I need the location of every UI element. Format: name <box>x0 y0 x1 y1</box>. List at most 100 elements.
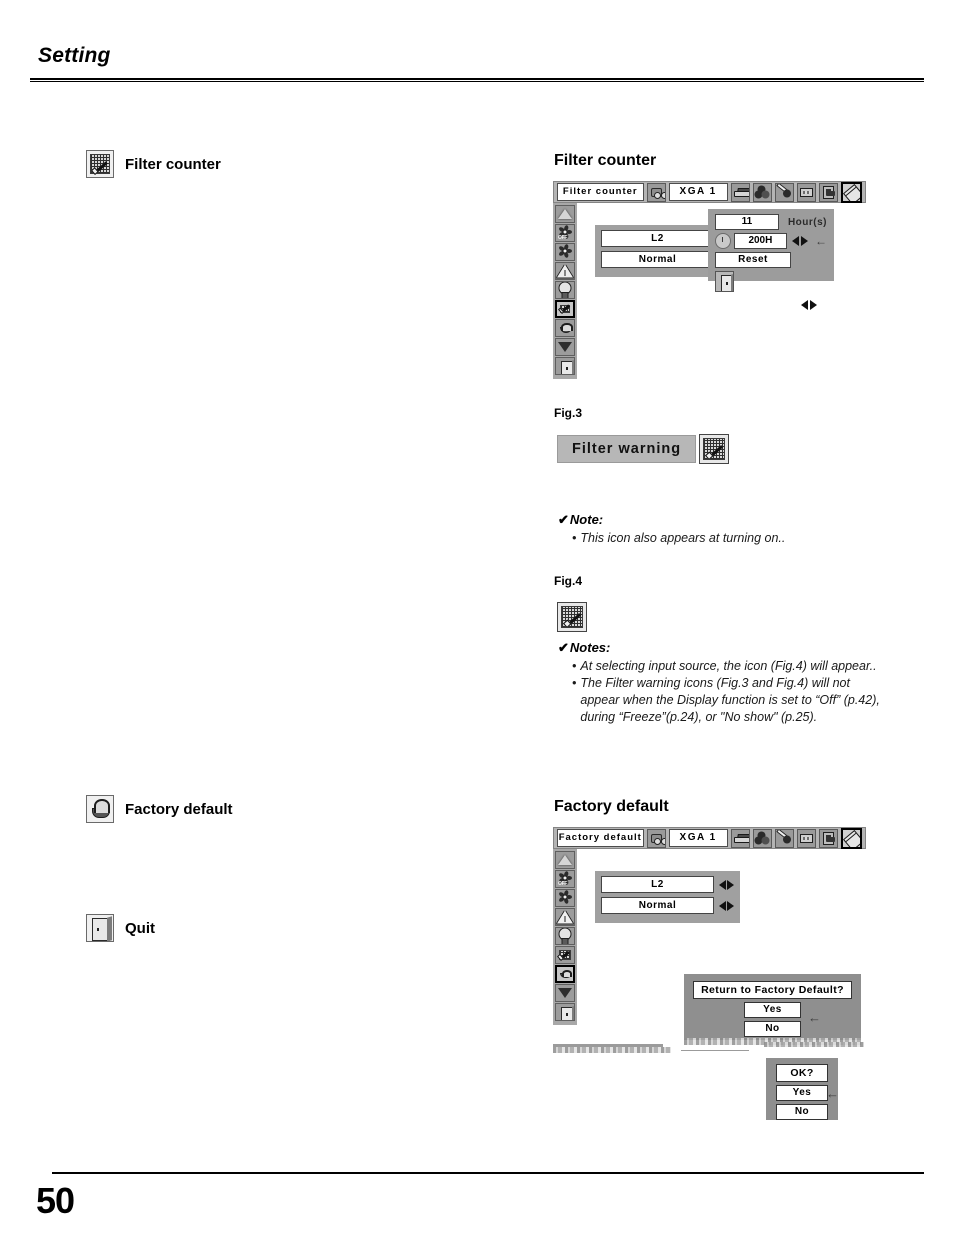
scroll-down-icon[interactable] <box>555 984 575 1002</box>
fan-control-icon[interactable] <box>555 889 575 907</box>
osd-field-row: Normal <box>601 897 734 914</box>
lamp-mode-field[interactable]: L2 <box>601 876 714 893</box>
filter-reset-row: Reset <box>715 252 827 268</box>
ok-no-button[interactable]: No <box>776 1104 828 1120</box>
color-adjust-icon[interactable] <box>752 828 772 848</box>
note-block-1: ✔Note: • This icon also appears at turni… <box>558 512 878 547</box>
fig3-label: Fig.3 <box>554 406 583 420</box>
page-header: Setting <box>38 44 916 68</box>
osd-field-row: L2 <box>601 876 734 893</box>
quit-icon[interactable] <box>555 357 575 375</box>
section-title-factory-default: Factory default <box>554 798 669 815</box>
note-heading-text: Note: <box>569 512 604 527</box>
return-arrow-icon: ← <box>815 234 827 248</box>
fan-control-icon[interactable] <box>555 243 575 261</box>
filter-timer-row: 200H ← <box>715 233 827 249</box>
lr-navigation-arrows <box>801 300 817 310</box>
lamp-mode-arrows[interactable] <box>719 879 734 890</box>
footer-divider <box>52 1172 924 1174</box>
filter-counter-icon[interactable] <box>555 300 575 318</box>
warning-log-icon[interactable] <box>555 908 575 926</box>
osd-menu-bar: Factory default XGA 1 <box>553 827 866 849</box>
quit-icon[interactable] <box>715 271 734 292</box>
image-adjust-icon[interactable] <box>774 828 794 848</box>
setting-icon[interactable] <box>840 181 863 203</box>
input-source-icon[interactable] <box>646 182 666 202</box>
factory-default-icon[interactable] <box>555 319 575 337</box>
confirm-yes-button[interactable]: Yes <box>744 1002 801 1018</box>
filter-timer-arrows[interactable] <box>792 236 808 246</box>
lamp-counter-icon[interactable] <box>555 281 575 299</box>
quit-icon[interactable] <box>555 1003 575 1021</box>
header-divider <box>30 78 924 82</box>
filter-reset-button[interactable]: Reset <box>715 252 791 268</box>
fan-mode-arrows[interactable] <box>719 900 734 911</box>
sound-icon[interactable] <box>818 828 838 848</box>
image-adjust-icon[interactable] <box>774 182 794 202</box>
osd-side-icon-column: OFF <box>553 203 577 379</box>
filter-counter-icon[interactable] <box>555 946 575 964</box>
filter-hours-value: 11 <box>715 214 779 230</box>
left-item-label: Quit <box>125 919 155 937</box>
quit-icon <box>86 914 114 942</box>
filter-warning-text: Filter warning <box>557 435 697 463</box>
osd-menu-bar: Filter counter XGA 1 <box>553 181 866 203</box>
scroll-down-icon[interactable] <box>555 338 575 356</box>
bullet-icon: • <box>572 676 577 690</box>
fan-off-icon[interactable]: OFF <box>555 224 575 242</box>
osd-control-panel: L2 Normal <box>595 871 740 923</box>
filter-warning-icon <box>699 434 730 464</box>
warning-log-icon[interactable] <box>555 262 575 280</box>
filter-timer-value[interactable]: 200H <box>733 233 787 249</box>
left-item-filter-counter: Filter counter <box>86 150 221 178</box>
filter-counter-panel: 11 Hour(s) 200H ← Reset <box>708 209 834 292</box>
note-item-text: This icon also appears at turning on.. <box>580 531 786 545</box>
sound-icon[interactable] <box>818 182 838 202</box>
fan-mode-field[interactable]: Normal <box>601 251 714 268</box>
pointer-arrow-icon: ← <box>826 1086 839 1101</box>
ok-yes-button[interactable]: Yes <box>776 1085 828 1101</box>
left-item-factory-default: Factory default <box>86 795 233 823</box>
timer-icon <box>715 233 731 249</box>
note-item: • This icon also appears at turning on.. <box>572 530 878 547</box>
screen-icon[interactable] <box>796 828 816 848</box>
note-item-text: At selecting input source, the icon (Fig… <box>580 659 877 673</box>
keystone-icon[interactable] <box>555 205 575 223</box>
note-heading: ✔Note: <box>558 512 878 528</box>
fan-off-icon[interactable]: OFF <box>555 870 575 888</box>
notes-heading-text: Notes: <box>569 640 611 655</box>
page-title: Setting <box>38 44 111 67</box>
filter-hours-row: 11 Hour(s) <box>715 214 827 230</box>
filter-counter-icon <box>86 150 114 178</box>
confirm-dialog-title: Return to Factory Default? <box>693 981 852 999</box>
fig4-label: Fig.4 <box>554 574 583 588</box>
notes-heading: ✔Notes: <box>558 640 880 656</box>
osd-input-source: XGA 1 <box>668 183 728 201</box>
left-item-label: Filter counter <box>125 155 221 173</box>
color-adjust-icon[interactable] <box>752 182 772 202</box>
osd-side-icon-column: OFF <box>553 849 577 1025</box>
keystone-icon[interactable] <box>555 851 575 869</box>
input-source-icon[interactable] <box>646 828 666 848</box>
lamp-mode-field[interactable]: L2 <box>601 230 714 247</box>
bullet-icon: • <box>572 531 577 545</box>
section-title-filter-counter: Filter counter <box>554 152 657 169</box>
screen-icon[interactable] <box>796 182 816 202</box>
lamp-counter-icon[interactable] <box>555 927 575 945</box>
check-icon: ✔ <box>558 640 569 655</box>
note-item: • At selecting input source, the icon (F… <box>572 658 880 675</box>
factory-default-icon[interactable] <box>555 965 575 983</box>
osd-menu-name: Filter counter <box>557 183 644 201</box>
confirm-no-button[interactable]: No <box>744 1021 801 1037</box>
bullet-icon: • <box>572 659 577 673</box>
note-item: • The Filter warning icons (Fig.3 and Fi… <box>572 675 880 726</box>
filter-warning-banner: Filter warning <box>557 434 730 464</box>
factory-default-ok-dialog: OK? Yes No ← <box>766 1058 839 1120</box>
osd-filter-counter: Filter counter XGA 1 OFF L2 Normal 11 Ho… <box>553 181 866 386</box>
computer-icon[interactable] <box>730 828 750 848</box>
left-item-label: Factory default <box>125 800 233 818</box>
filter-warning-icon <box>557 602 587 632</box>
fan-mode-field[interactable]: Normal <box>601 897 714 914</box>
setting-icon[interactable] <box>840 827 863 849</box>
computer-icon[interactable] <box>730 182 750 202</box>
